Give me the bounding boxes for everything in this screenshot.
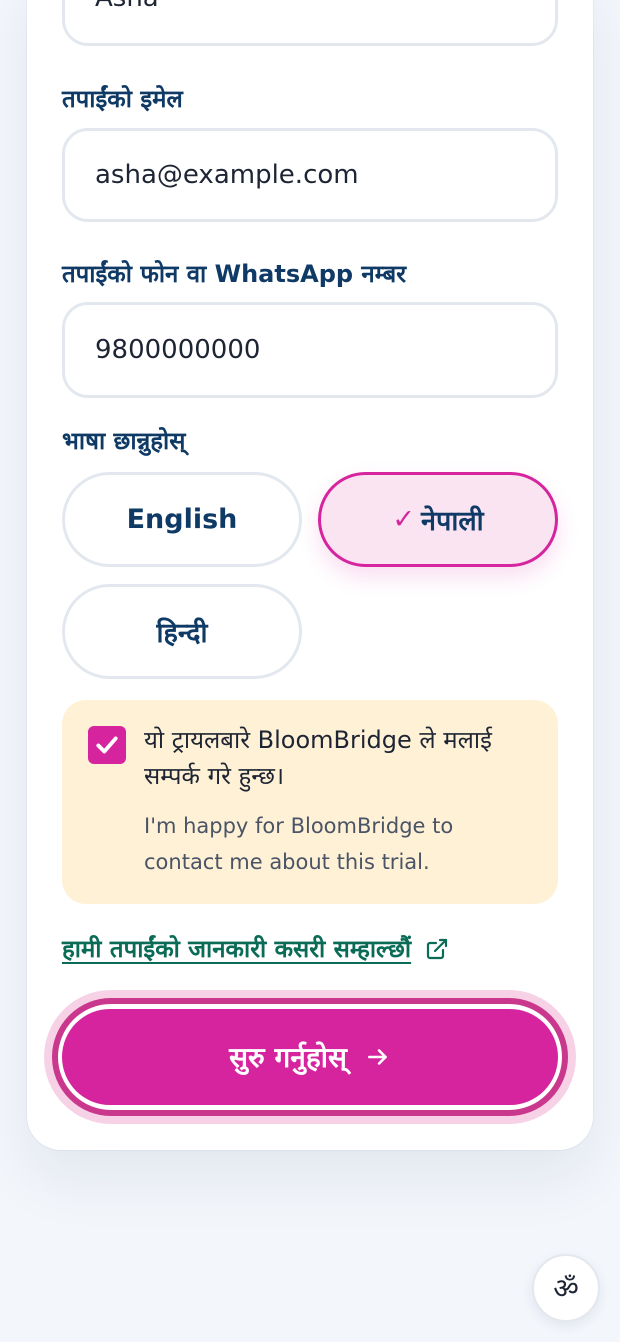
email-label: तपाईंको इमेल — [62, 85, 183, 113]
privacy-link-text: हामी तपाईंको जानकारी कसरी सम्हाल्छौं — [62, 935, 412, 963]
language-option-nepali[interactable]: ✓ नेपाली — [318, 472, 558, 567]
name-input-value: Asha — [95, 0, 159, 13]
email-input[interactable]: asha@example.com — [62, 128, 558, 222]
consent-checkbox[interactable] — [88, 726, 126, 764]
language-switcher-button[interactable]: ॐ — [532, 1254, 600, 1322]
submit-button[interactable]: सुरु गर्नुहोस् — [62, 1009, 558, 1105]
language-option-hindi[interactable]: हिन्दी — [62, 584, 302, 679]
arrow-right-icon — [367, 1049, 387, 1065]
name-input[interactable]: Asha — [62, 0, 558, 46]
language-option-label: English — [126, 504, 238, 535]
phone-label: तपाईंको फोन वा WhatsApp नम्बर — [62, 260, 407, 288]
email-input-value: asha@example.com — [95, 160, 359, 190]
language-label: भाषा छान्नुहोस् — [62, 427, 186, 455]
language-option-label: हिन्दी — [156, 618, 208, 649]
external-link-icon — [426, 938, 448, 959]
consent-subtext: I'm happy for BloomBridge to contact me … — [144, 814, 454, 874]
page: Asha तपाईंको इमेल asha@example.com तपाईं… — [0, 0, 620, 1342]
privacy-link[interactable]: हामी तपाईंको जानकारी कसरी सम्हाल्छौं — [62, 932, 449, 965]
language-option-label: नेपाली — [421, 506, 484, 537]
check-icon: ✓ — [392, 504, 415, 535]
consent-box: यो ट्रायलबारे BloomBridge ले मलाई सम्पर्… — [62, 700, 558, 904]
phone-input[interactable]: 9800000000 — [62, 302, 558, 398]
submit-button-label: सुरु गर्नुहोस् — [229, 1041, 347, 1074]
consent-text: यो ट्रायलबारे BloomBridge ले मलाई सम्पर्… — [144, 726, 492, 790]
checkmark-icon — [96, 736, 118, 754]
language-option-english[interactable]: English — [62, 472, 302, 567]
om-icon: ॐ — [553, 1272, 579, 1305]
phone-input-value: 9800000000 — [95, 335, 261, 365]
